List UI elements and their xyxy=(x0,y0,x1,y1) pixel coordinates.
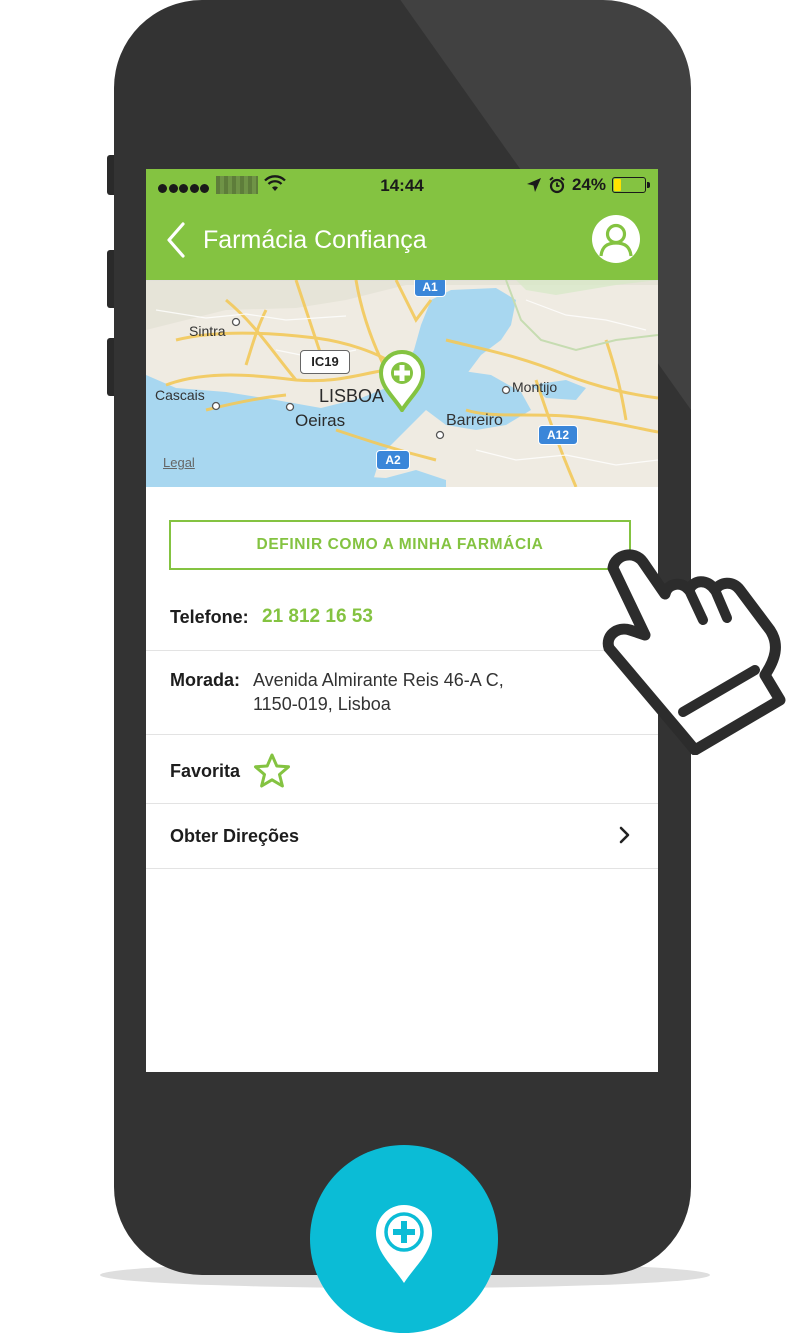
pointing-hand-icon xyxy=(602,549,786,755)
road-badge-a1: A1 xyxy=(414,280,446,297)
set-my-pharmacy-button[interactable]: DEFINIR COMO A MINHA FARMÁCIA xyxy=(169,520,631,570)
status-right: 24% xyxy=(526,175,650,195)
map-label-sintra: Sintra xyxy=(189,323,226,339)
directions-row[interactable]: Obter Direções xyxy=(146,804,658,869)
star-outline-icon[interactable] xyxy=(253,753,291,789)
road-badge-ic19-label: IC19 xyxy=(311,354,339,369)
page-title: Farmácia Confiança xyxy=(203,226,427,254)
battery-icon xyxy=(612,177,650,193)
map-label-barreiro: Barreiro xyxy=(446,412,503,429)
road-badge-ic19: IC19 xyxy=(300,350,350,374)
road-badge-a2: A2 xyxy=(376,450,410,470)
map-label-montijo: Montijo xyxy=(512,379,558,395)
address-line-1: Avenida Almirante Reis 46-A C, xyxy=(253,670,504,690)
directions-label: Obter Direções xyxy=(170,826,300,846)
nav-bar: 14:44 24% Farmácia Confiança xyxy=(146,169,658,280)
map-label-lisboa: LISBOA xyxy=(319,386,385,406)
map-label-oeiras: Oeiras xyxy=(295,411,346,430)
alarm-icon xyxy=(549,176,565,194)
road-badge-a2-label: A2 xyxy=(385,453,401,467)
address-label: Morada: xyxy=(170,670,241,690)
road-badge-a1-label: A1 xyxy=(422,280,438,294)
address-line-2: 1150-019, Lisboa xyxy=(253,694,391,714)
favorite-label: Favorita xyxy=(170,761,241,781)
status-bar: 14:44 24% xyxy=(146,169,658,203)
app-logo-badge xyxy=(310,1145,498,1333)
phone-label: Telefone: xyxy=(170,607,249,627)
map-label-cascais: Cascais xyxy=(155,387,205,403)
pharmacy-pin-icon xyxy=(376,1205,432,1283)
user-icon xyxy=(599,223,633,257)
road-badge-a12-label: A12 xyxy=(546,428,569,442)
map-view[interactable]: Sintra Cascais LISBOA Oeiras Montijo Bar… xyxy=(146,280,658,487)
pharmacy-pin-icon[interactable] xyxy=(377,350,427,412)
chevron-left-icon[interactable] xyxy=(164,221,188,259)
road-badge-a12: A12 xyxy=(538,425,578,445)
location-arrow-icon xyxy=(526,178,541,192)
chevron-right-icon xyxy=(619,826,630,844)
legal-link[interactable]: Legal xyxy=(163,455,195,470)
battery-fill xyxy=(614,179,621,191)
profile-button[interactable] xyxy=(592,215,640,263)
phone-number-link[interactable]: 21 812 16 53 xyxy=(262,606,373,628)
battery-percentage: 24% xyxy=(571,175,606,194)
